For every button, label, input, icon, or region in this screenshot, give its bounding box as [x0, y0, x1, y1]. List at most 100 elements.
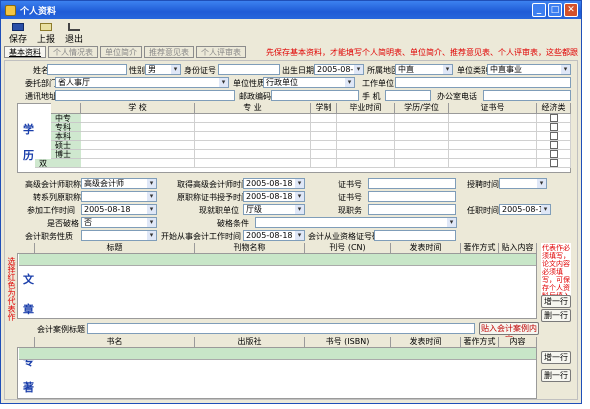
econ-checkbox[interactable] — [549, 132, 558, 140]
rec-dept-select[interactable]: 省人事厅 — [55, 77, 229, 88]
article-add-row-button[interactable]: 增一行 — [541, 295, 571, 308]
birth-date-picker[interactable]: 2005-08-18 — [314, 64, 364, 75]
tab-basic[interactable]: 基本资料 — [4, 46, 46, 58]
table-row[interactable]: 博士 — [51, 150, 571, 159]
appoint-date[interactable] — [499, 178, 547, 189]
books-label-2: 著 — [23, 381, 34, 394]
start-acct-label: 开始从事会计工作时间 — [161, 232, 241, 241]
exc-cond-label: 破格条件 — [217, 219, 249, 228]
unit-nature-label: 单位性质 — [233, 79, 265, 88]
office-phone-field[interactable] — [483, 90, 571, 101]
col-book-content: 内容 — [499, 337, 537, 347]
unit-type-select[interactable]: 中直事业 — [487, 64, 571, 75]
mobile-field[interactable] — [385, 90, 431, 101]
work-unit-field[interactable] — [395, 77, 571, 88]
col-cn: 刊号 (CN) — [305, 243, 391, 253]
start-acct-date[interactable]: 2005-08-18 — [243, 230, 305, 241]
save-icon — [12, 23, 24, 31]
cur-post-field[interactable] — [368, 204, 456, 215]
exception-select[interactable]: 否 — [81, 217, 157, 228]
save-button[interactable]: 保存 — [9, 23, 27, 45]
gender-select[interactable]: 男 — [145, 64, 181, 75]
acct-cert-field[interactable] — [374, 230, 456, 241]
table-row[interactable]: 本科 — [51, 132, 571, 141]
senior-title-label: 高级会计师职称 — [25, 180, 81, 189]
econ-checkbox[interactable] — [549, 159, 558, 167]
cur-title-select[interactable]: 厅级 — [243, 204, 305, 215]
articles-right-note: 代表作必须填写，论文内容必须填写，可保存个人资料后填入 — [541, 243, 571, 300]
appoint-label: 授聘时间 — [467, 180, 499, 189]
zip-label: 邮政编码 — [239, 92, 271, 101]
zip-field[interactable] — [271, 90, 359, 101]
list-item[interactable] — [19, 254, 536, 266]
table-row[interactable]: 双 — [35, 159, 571, 168]
exit-icon — [68, 23, 81, 31]
econ-checkbox[interactable] — [549, 123, 558, 131]
col-book-name: 书名 — [35, 337, 195, 347]
cert-no2-label: 证书号 — [338, 193, 362, 202]
cert-no1-field[interactable] — [368, 178, 456, 189]
tab-recommend[interactable]: 推荐意见表 — [144, 46, 194, 58]
col-title: 标题 — [35, 243, 195, 253]
article-delete-row-button[interactable]: 删一行 — [541, 309, 571, 322]
join-work-date[interactable]: 2005-08-18 — [81, 204, 157, 215]
paste-case-button[interactable]: 贴入会计案例内容 — [479, 322, 539, 344]
name-field[interactable] — [47, 64, 127, 75]
education-label-1: 学 — [23, 123, 34, 136]
upload-icon — [40, 23, 53, 31]
acct-cert-label: 会计从业资格证号码 — [308, 232, 380, 241]
tab-unit[interactable]: 单位简介 — [100, 46, 142, 58]
col-grad-time: 毕业时间 — [337, 103, 395, 113]
form-area: 姓名 性别 男 身份证号 出生日期 2005-08-18 所属地区 中直 单位类… — [4, 60, 578, 400]
exit-button[interactable]: 退出 — [65, 23, 83, 45]
cert-no1-label: 证书号 — [338, 180, 362, 189]
table-row[interactable]: 专科 — [51, 123, 571, 132]
econ-checkbox[interactable] — [549, 141, 558, 149]
econ-checkbox[interactable] — [549, 150, 558, 158]
education-header: 学 校 专 业 学制 毕业时间 学历/学位 证书号 经济类 — [51, 103, 571, 114]
orig-time-date[interactable]: 2005-08-18 — [243, 191, 305, 202]
cert-no2-field[interactable] — [368, 191, 456, 202]
articles-left-note: 选择红色为代表作 — [7, 257, 16, 321]
tab-personal[interactable]: 个人情况表 — [48, 46, 98, 58]
minimize-button[interactable]: _ — [532, 3, 546, 17]
case-title-field[interactable] — [87, 323, 475, 334]
serve-time-date[interactable]: 2005-08-18 — [499, 204, 551, 215]
transfer-select[interactable] — [81, 191, 157, 202]
rec-dept-label: 委托部门 — [25, 79, 57, 88]
col-system: 学制 — [311, 103, 337, 113]
mobile-label: 手 机 — [362, 92, 381, 101]
tab-review[interactable]: 个人评审表 — [196, 46, 246, 58]
exc-cond-select[interactable] — [255, 217, 457, 228]
serve-time-label: 任职时间 — [467, 206, 499, 215]
get-senior-date[interactable]: 2005-08-18 — [243, 178, 305, 189]
case-title-label: 会计案例标题 — [37, 325, 85, 334]
list-item[interactable] — [19, 348, 536, 360]
notice-text: 先保存基本资料，才能填写个人简明表、单位简介、推荐意见表、个人评审表，这些都跟审… — [266, 48, 578, 57]
upload-button[interactable]: 上报 — [37, 23, 55, 45]
table-row[interactable]: 中专 — [51, 114, 571, 123]
id-field[interactable] — [218, 64, 280, 75]
join-work-label: 参加工作时间 — [27, 206, 75, 215]
cur-title-label: 现就职单位 — [199, 206, 239, 215]
cur-post-label: 现职务 — [338, 206, 362, 215]
id-label: 身份证号 — [184, 66, 216, 75]
app-icon — [5, 4, 16, 16]
table-row[interactable]: 硕士 — [51, 141, 571, 150]
region-select[interactable]: 中直 — [395, 64, 453, 75]
address-field[interactable] — [55, 90, 235, 101]
window-title: 个人资料 — [20, 6, 57, 17]
econ-checkbox[interactable] — [549, 114, 558, 122]
exception-label: 是否破格 — [47, 219, 79, 228]
col-major: 专 业 — [195, 103, 311, 113]
unit-nature-select[interactable]: 行政单位 — [263, 77, 355, 88]
office-phone-label: 办公室电话 — [437, 92, 477, 101]
articles-header: 标题 刊物名称 刊号 (CN) 发表时间 著作方式 贴入内容 — [17, 243, 537, 254]
title-bar: 个人资料 _ □ ✕ — [1, 1, 581, 19]
close-button[interactable]: ✕ — [564, 3, 578, 17]
maximize-button[interactable]: □ — [548, 3, 562, 17]
senior-title-select[interactable]: 高级会计师 — [81, 178, 157, 189]
book-add-row-button[interactable]: 增一行 — [541, 351, 571, 364]
acct-title-select[interactable] — [81, 230, 157, 241]
book-delete-row-button[interactable]: 删一行 — [541, 369, 571, 382]
